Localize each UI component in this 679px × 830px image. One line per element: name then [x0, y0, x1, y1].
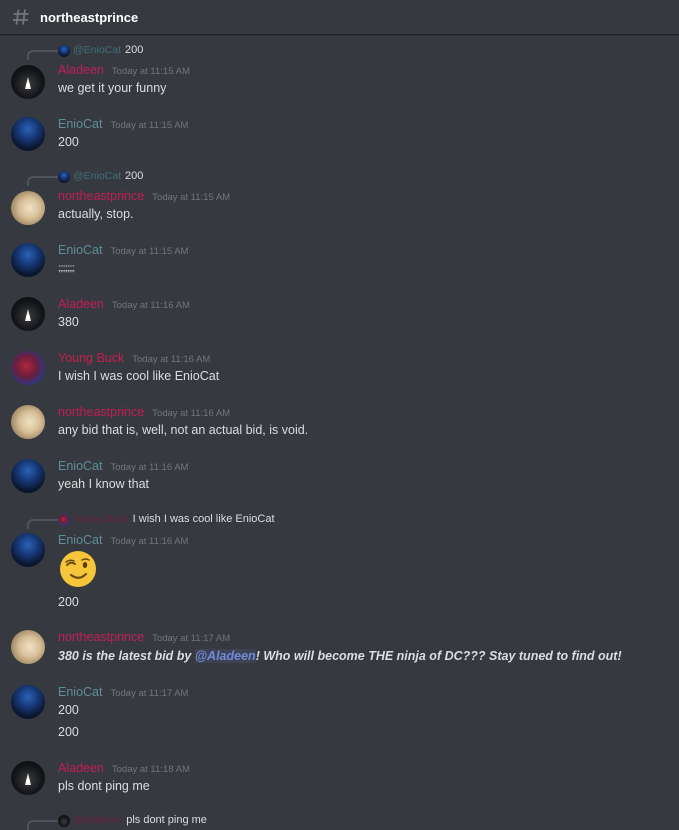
reply-author: Young Buck: [73, 513, 129, 525]
reply-author: @EnioCat: [73, 170, 122, 182]
reply-text: 200: [125, 170, 144, 182]
channel-name: northeastprince: [40, 9, 139, 25]
message-text: yeah I know that: [58, 477, 150, 491]
author-name[interactable]: northeastprince: [58, 405, 144, 419]
timestamp: Today at 11:16 AM: [110, 462, 189, 473]
winking-face-emoji[interactable]: [58, 549, 98, 589]
avatar[interactable]: [11, 405, 45, 439]
author-name[interactable]: Aladeen: [58, 63, 104, 77]
timestamp: Today at 11:18 AM: [111, 764, 190, 775]
message-text: ! Who will become THE ninja of DC??? Sta…: [255, 649, 622, 663]
timestamp: Today at 11:15 AM: [111, 66, 190, 77]
reply-text: pls dont ping me: [126, 814, 207, 826]
message-text: ;;;;;;;;;: [58, 263, 75, 274]
avatar[interactable]: [11, 243, 45, 277]
reply-avatar: [58, 45, 70, 57]
avatar[interactable]: [11, 533, 45, 567]
avatar[interactable]: [11, 685, 45, 719]
avatar[interactable]: [11, 191, 45, 225]
timestamp: Today at 11:16 AM: [110, 536, 189, 547]
timestamp: Today at 11:16 AM: [152, 408, 231, 419]
timestamp: Today at 11:17 AM: [152, 633, 231, 644]
reply-reference[interactable]: Young Buck I wish I was cool like EnioCat: [0, 513, 679, 529]
message-text: I wish I was cool like EnioCat: [58, 369, 220, 383]
timestamp: Today at 11:15 AM: [152, 192, 231, 203]
author-name[interactable]: Young Buck: [58, 351, 124, 365]
hash-icon: [12, 6, 34, 28]
reply-author: @EnioCat: [73, 44, 122, 56]
author-name[interactable]: Aladeen: [58, 761, 104, 775]
reply-text: I wish I was cool like EnioCat: [132, 513, 275, 525]
message-text: 200: [58, 135, 79, 149]
author-name[interactable]: EnioCat: [58, 459, 102, 473]
channel-header: northeastprince: [0, 0, 679, 35]
avatar[interactable]: [11, 297, 45, 331]
avatar[interactable]: [11, 630, 45, 664]
timestamp: Today at 11:15 AM: [110, 120, 189, 131]
author-name[interactable]: EnioCat: [58, 685, 102, 699]
timestamp: Today at 11:17 AM: [110, 688, 189, 699]
message-text: 380 is the latest bid by: [58, 649, 195, 663]
message-text: 200: [58, 595, 79, 609]
reply-connector: [27, 176, 58, 186]
reply-connector: [27, 519, 58, 529]
author-name[interactable]: Aladeen: [58, 297, 104, 311]
avatar[interactable]: [11, 761, 45, 795]
reply-reference[interactable]: @EnioCat 200: [0, 170, 679, 186]
reply-avatar: [58, 171, 70, 183]
reply-avatar: [58, 514, 70, 526]
author-name[interactable]: EnioCat: [58, 533, 102, 547]
timestamp: Today at 11:16 AM: [111, 300, 190, 311]
avatar[interactable]: [11, 65, 45, 99]
author-name[interactable]: EnioCat: [58, 117, 102, 131]
message-text: pls dont ping me: [58, 779, 150, 793]
reply-reference[interactable]: @EnioCat 200: [0, 44, 679, 60]
reply-reference[interactable]: @Aladeen pls dont ping me: [0, 814, 679, 830]
message-text: any bid that is, well, not an actual bid…: [58, 423, 309, 437]
author-name[interactable]: northeastprince: [58, 630, 144, 644]
user-mention[interactable]: @Aladeen: [194, 649, 256, 663]
message-text: actually, stop.: [58, 207, 134, 221]
avatar[interactable]: [11, 351, 45, 385]
timestamp: Today at 11:15 AM: [110, 246, 189, 257]
author-name[interactable]: EnioCat: [58, 243, 102, 257]
timestamp: Today at 11:16 AM: [132, 354, 211, 365]
message-text: 200: [58, 703, 79, 717]
reply-avatar: [58, 815, 70, 827]
avatar[interactable]: [11, 459, 45, 493]
reply-text: 200: [125, 44, 144, 56]
author-name[interactable]: northeastprince: [58, 189, 144, 203]
reply-author: @Aladeen: [73, 814, 123, 826]
reply-connector: [27, 50, 58, 60]
avatar[interactable]: [11, 117, 45, 151]
message-text: we get it your funny: [58, 81, 167, 95]
message-text: 200: [58, 725, 79, 739]
message-text: 380: [58, 315, 79, 329]
